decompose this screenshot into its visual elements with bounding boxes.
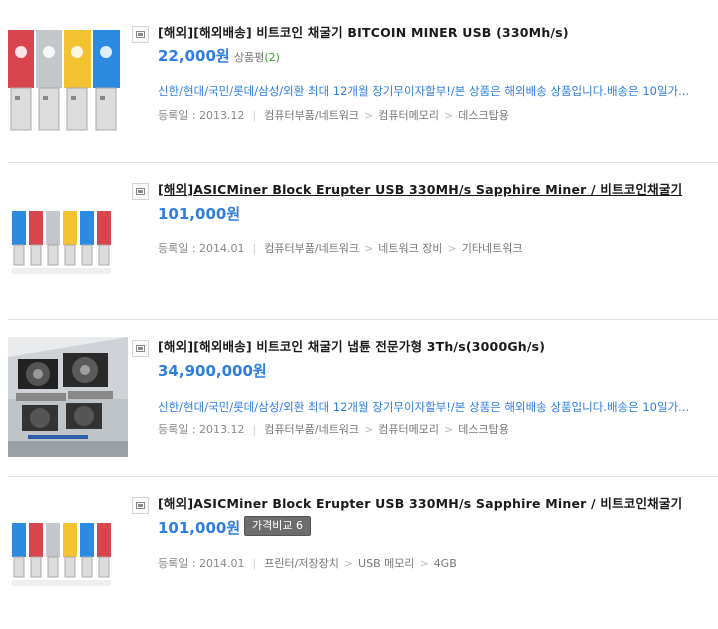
category-link[interactable]: 컴퓨터메모리 — [378, 109, 439, 122]
product-price: 101,000원 — [158, 519, 241, 537]
category-link[interactable]: 컴퓨터부품/네트워크 — [264, 423, 359, 436]
product-thumbnail[interactable] — [8, 337, 128, 457]
product-title[interactable]: [해외][해외배송] 비트코인 채굴기 냅튠 전문가형 3Th/s(3000Gh… — [158, 336, 545, 355]
usb-miner-image — [8, 176, 128, 296]
category-link[interactable]: USB 메모리 — [358, 557, 414, 570]
product-price: 34,900,000원 — [158, 362, 267, 380]
category-link[interactable]: 기타네트워크 — [462, 242, 523, 255]
category-link[interactable]: 컴퓨터메모리 — [378, 423, 439, 436]
review-label: 상품평 — [234, 51, 265, 64]
product-price: 22,000원 — [158, 47, 230, 65]
product-title[interactable]: [해외][해외배송] 비트코인 채굴기 BITCOIN MINER USB (3… — [158, 22, 569, 41]
product-description: 신한/현대/국민/롯데/삼성/외환 최대 12개월 장기무이자할부!/본 상품은… — [158, 400, 690, 414]
category-link[interactable]: 프린터/저장장치 — [264, 557, 339, 570]
compare-checkbox-icon[interactable] — [132, 26, 149, 43]
product-item: [해외]ASICMiner Block Erupter USB 330MH/s … — [0, 163, 718, 319]
product-description: 신한/현대/국민/롯데/삼성/외환 최대 12개월 장기무이자할부!/본 상품은… — [158, 84, 690, 98]
register-date: 등록일 : 2013.12 — [158, 109, 245, 122]
usb-miner-image — [8, 490, 128, 610]
product-meta: 등록일 : 2014.01 | 프린터/저장장치 > USB 메모리 >4GB — [158, 557, 457, 570]
register-date: 등록일 : 2014.01 — [158, 242, 245, 255]
category-link[interactable]: 데스크탑용 — [458, 423, 509, 436]
product-item: [해외][해외배송] 비트코인 채굴기 BITCOIN MINER USB (3… — [0, 0, 718, 160]
neptune-miner-image — [8, 337, 128, 457]
category-link[interactable]: 네트워크 장비 — [378, 242, 442, 255]
product-thumbnail[interactable] — [8, 22, 128, 142]
review-count[interactable]: 상품평(2) — [234, 49, 280, 65]
compare-checkbox-icon[interactable] — [132, 340, 149, 357]
product-title[interactable]: [해외]ASICMiner Block Erupter USB 330MH/s … — [158, 179, 682, 198]
product-thumbnail[interactable] — [8, 176, 128, 296]
category-link[interactable]: 컴퓨터부품/네트워크 — [264, 109, 359, 122]
product-meta: 등록일 : 2013.12 | 컴퓨터부품/네트워크 > 컴퓨터메모리 > 데스크탑용 — [158, 109, 509, 122]
product-meta: 등록일 : 2014.01 | 컴퓨터부품/네트워크 > 네트워크 장비 > 기타네트워크 — [158, 242, 523, 255]
register-date: 등록일 : 2013.12 — [158, 423, 245, 436]
register-date: 등록일 : 2014.01 — [158, 557, 245, 570]
product-item: [해외][해외배송] 비트코인 채굴기 냅튠 전문가형 3Th/s(3000Gh… — [0, 320, 718, 476]
product-meta: 등록일 : 2013.12 | 컴퓨터부품/네트워크 > 컴퓨터메모리 > 데스크탑용 — [158, 423, 509, 436]
usb-miner-image — [8, 22, 128, 142]
product-item: [해외]ASICMiner Block Erupter USB 330MH/s … — [0, 477, 718, 629]
category-link[interactable]: 4GB — [434, 557, 457, 570]
compare-checkbox-icon[interactable] — [132, 183, 149, 200]
category-link[interactable]: 컴퓨터부품/네트워크 — [264, 242, 359, 255]
product-thumbnail[interactable] — [8, 490, 128, 610]
category-link[interactable]: 데스크탑용 — [458, 109, 509, 122]
compare-checkbox-icon[interactable] — [132, 497, 149, 514]
product-price: 101,000원 — [158, 205, 241, 223]
review-number: (2) — [264, 51, 280, 64]
product-title[interactable]: [해외]ASICMiner Block Erupter USB 330MH/s … — [158, 493, 682, 512]
price-compare-button[interactable]: 가격비교 6 — [244, 516, 311, 536]
